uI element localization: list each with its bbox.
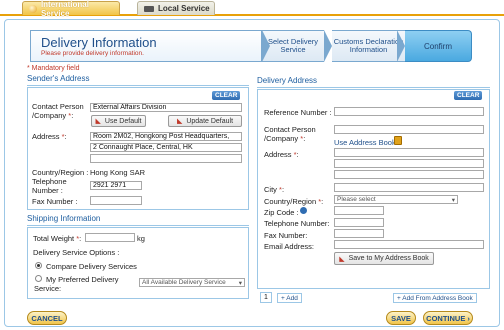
chevron-down-icon: ▾ (238, 279, 242, 287)
delivery-section-title: Delivery Address (257, 76, 318, 85)
page-title: Delivery Information (41, 35, 157, 50)
delivery-address-line1[interactable] (334, 148, 484, 157)
city-label: City *: (264, 185, 285, 194)
weight-label: Total Weight *: (33, 234, 82, 243)
use-default-button[interactable]: ◣ Use Default (91, 115, 146, 127)
delivery-fax-input[interactable] (334, 229, 384, 238)
weight-input[interactable] (85, 233, 135, 242)
sender-address-line3[interactable] (90, 154, 242, 163)
zip-input[interactable] (334, 206, 384, 215)
address-book-icon[interactable] (394, 136, 402, 145)
use-address-book-link[interactable]: Use Address Book (334, 138, 396, 147)
sender-address-line2[interactable]: 2 Connaught Place, Central, HK (90, 143, 242, 152)
delivery-options-label: Delivery Service Options : (33, 248, 120, 257)
add-recipient-link[interactable]: + Add (277, 293, 302, 303)
delivery-contact-input[interactable] (334, 125, 484, 134)
arrow-icon: ◣ (339, 255, 345, 263)
sender-contact-input[interactable]: External Affairs Division (90, 103, 242, 112)
country-select[interactable]: Please select ▾ (334, 195, 458, 204)
divider (257, 87, 490, 88)
step-arrow (397, 30, 405, 62)
save-to-address-book-button[interactable]: ◣ Save to My Address Book (334, 252, 434, 265)
zip-label: Zip Code : (264, 208, 299, 217)
chevron-right-icon: › (467, 313, 470, 323)
delivery-address-line2[interactable] (334, 159, 484, 168)
shipping-section-title: Shipping Information (27, 214, 101, 223)
step-customs-declaration: Customs Declaration Information (332, 30, 405, 62)
compare-services-label: Compare Delivery Services (46, 262, 137, 271)
delivery-address-label: Address *: (264, 150, 299, 159)
sender-clear-button[interactable]: CLEAR (212, 91, 241, 100)
sender-section-title: Sender's Address (27, 74, 90, 83)
delivery-contact-label: Contact Person /Company *: (264, 125, 316, 143)
delivery-telephone-label: Telephone Number: (264, 219, 330, 228)
add-from-address-book-link[interactable]: + Add From Address Book (393, 293, 477, 303)
delivery-address-line3[interactable] (334, 170, 484, 179)
reference-label: Reference Number : (264, 108, 332, 117)
step-select-delivery-service: Select Delivery Service (262, 30, 324, 62)
preferred-service-select[interactable]: All Available Delivery Service ▾ (139, 278, 245, 287)
step-delivery-information: Delivery Information Please provide deli… (30, 30, 262, 62)
sender-telephone-input[interactable]: 2921 2971 (90, 181, 142, 190)
email-label: Email Address: (264, 242, 315, 251)
delivery-telephone-input[interactable] (334, 218, 384, 227)
step-arrow (262, 30, 270, 62)
globe-icon (29, 4, 37, 13)
continue-button[interactable]: CONTINUE › (423, 311, 473, 325)
chevron-down-icon: ▾ (451, 196, 455, 204)
arrow-icon: ◣ (176, 118, 183, 125)
arrow-icon: ◣ (95, 118, 101, 125)
divider (27, 85, 249, 86)
weight-unit: kg (137, 234, 145, 243)
email-input[interactable] (334, 240, 484, 249)
delivery-fax-label: Fax Number: (264, 231, 308, 240)
help-icon[interactable] (300, 207, 307, 214)
step-confirm: Confirm (405, 30, 472, 62)
save-button[interactable]: SAVE (386, 311, 416, 325)
preferred-service-label: My Preferred Delivery Service: (34, 275, 119, 293)
sender-address-line1[interactable]: Room 2M02, Hongkong Post Headquarters, (90, 132, 242, 141)
step-arrow (324, 30, 332, 62)
sender-telephone-label: Telephone Number : (32, 177, 67, 195)
tab-international-service[interactable]: International Service (22, 0, 120, 18)
sender-address-label: Address *: (32, 132, 67, 141)
country-label: Country/Region *: (264, 197, 324, 206)
sender-fax-input[interactable] (90, 196, 142, 205)
delivery-clear-button[interactable]: CLEAR (454, 91, 483, 100)
sender-country-value: Hong Kong SAR (90, 168, 146, 177)
reference-input[interactable] (334, 107, 484, 116)
divider (27, 225, 249, 226)
radio-compare-services[interactable] (35, 262, 42, 269)
page-subtitle: Please provide delivery information. (41, 50, 144, 57)
recipient-page-tab[interactable]: 1 (260, 292, 272, 303)
update-default-button[interactable]: ◣ Update Default (168, 115, 242, 127)
mandatory-note: * Mandatory field (27, 65, 80, 72)
city-input[interactable] (334, 183, 484, 192)
sender-country-label: Country/Region : (32, 168, 89, 177)
cancel-button[interactable]: CANCEL (27, 311, 67, 325)
mail-truck-icon (144, 5, 154, 12)
tab-local-service[interactable]: Local Service (137, 1, 215, 15)
sender-contact-label: Contact Person /Company *: (32, 102, 84, 120)
sender-fax-label: Fax Number : (32, 197, 78, 206)
